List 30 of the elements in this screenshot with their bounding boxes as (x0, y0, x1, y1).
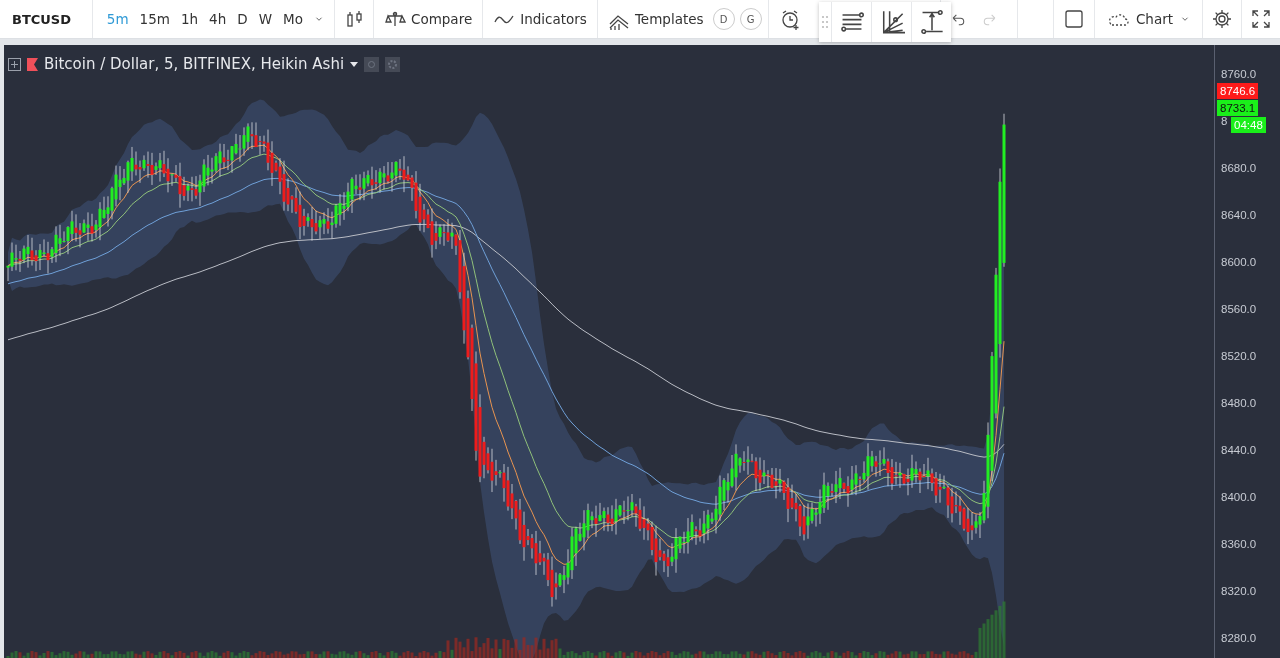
templates-button[interactable]: Templates (603, 4, 708, 34)
price-tick-label: 8 (1221, 114, 1228, 128)
interval-tab[interactable]: D (233, 7, 252, 31)
interval-tab[interactable]: Mo (279, 7, 307, 31)
layout-button[interactable]: Chart (1100, 4, 1196, 34)
price-tag: 8746.6 (1217, 83, 1259, 99)
price-tick-label: 8520.0 (1221, 349, 1257, 363)
price-tag: 8733.1 (1217, 100, 1259, 116)
template-badge[interactable]: D (712, 8, 735, 30)
price-tick-label: 8320.0 (1221, 584, 1257, 598)
price-tag: 04:48 (1231, 117, 1266, 133)
price-tick-label: 8400.0 (1221, 490, 1257, 504)
price-tick-label: 8360.0 (1221, 537, 1257, 551)
price-tick-label: 8640.0 (1221, 208, 1257, 222)
symbol-title[interactable]: Bitcoin / Dollar, 5, BITFINEX, Heikin Ashi (44, 55, 345, 73)
indicators-button[interactable]: Indicators (489, 4, 591, 34)
price-tick-label: 8440.0 (1221, 443, 1257, 457)
interval-tab[interactable]: W (254, 7, 277, 31)
price-tick-label: 8600.0 (1221, 255, 1257, 269)
price-tick-label: 8280.0 (1221, 631, 1257, 645)
price-tick-label: 8560.0 (1221, 302, 1257, 316)
price-tick-label: 8480.0 (1221, 396, 1257, 410)
price-tick-label: 8680.0 (1221, 161, 1257, 175)
interval-tab[interactable]: 15m (135, 7, 174, 31)
template-badge[interactable]: G (739, 8, 762, 30)
price-tick-label: 8760.0 (1221, 67, 1257, 81)
interval-tab[interactable]: 4h (205, 7, 231, 31)
interval-tab[interactable]: 1h (176, 7, 203, 31)
compare-button[interactable]: Compare (379, 4, 477, 34)
symbol-label[interactable]: BTCUSD (0, 0, 93, 38)
